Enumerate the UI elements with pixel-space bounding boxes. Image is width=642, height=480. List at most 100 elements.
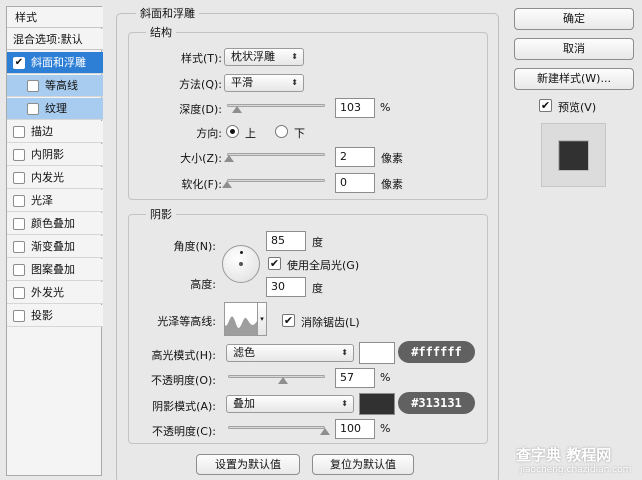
reset-default-button[interactable]: 复位为默认值 (312, 454, 414, 475)
updown-arrow-icon: ⬍ (341, 399, 348, 408)
angle-dial[interactable] (222, 245, 260, 283)
style-item-label: 光泽 (31, 194, 53, 207)
altitude-label: 高度: (190, 278, 216, 291)
soften-unit: 像素 (381, 178, 403, 191)
style-item-stroke[interactable]: 描边 (7, 121, 103, 143)
style-item-label: 内发光 (31, 171, 64, 184)
style-item-outer-glow[interactable]: 外发光 (7, 282, 103, 304)
inner-glow-checkbox[interactable] (13, 172, 25, 184)
bevel-emboss-checkbox[interactable]: ✔ (13, 57, 25, 69)
styles-header: 样式 (7, 7, 103, 28)
texture-checkbox[interactable] (27, 103, 39, 115)
highlight-opacity-label: 不透明度(O): (151, 374, 216, 387)
gloss-contour-label: 光泽等高线: (157, 315, 216, 328)
global-light-checkbox[interactable]: ✔ (268, 257, 281, 270)
style-item-label: 外发光 (31, 286, 64, 299)
shadow-opacity-input[interactable]: 100 (335, 419, 375, 439)
global-light-label: 使用全局光(G) (287, 259, 360, 272)
style-item-inner-shadow[interactable]: 内阴影 (7, 144, 103, 166)
blend-options-item[interactable]: 混合选项:默认 (7, 29, 103, 50)
style-item-label: 渐变叠加 (31, 240, 75, 253)
depth-unit: % (380, 101, 391, 114)
size-slider-track[interactable] (227, 153, 325, 156)
watermark-site: 查字典 教程网 (516, 446, 612, 464)
contour-curve-icon (225, 316, 257, 335)
highlight-opacity-slider-thumb[interactable] (278, 377, 289, 384)
contour-dropdown-arrow-icon[interactable]: ▾ (258, 302, 267, 336)
structure-title: 结构 (146, 24, 176, 40)
style-item-satin[interactable]: 光泽 (7, 190, 103, 212)
new-style-button[interactable]: 新建样式(W)... (514, 68, 634, 90)
highlight-opacity-input[interactable]: 57 (335, 368, 375, 388)
make-default-button[interactable]: 设置为默认值 (196, 454, 300, 475)
style-select-value: 枕状浮雕 (231, 50, 275, 63)
watermark-url: jiaocheng.chazidian.com (520, 465, 632, 475)
shadow-hex-badge: #313131 (398, 392, 475, 414)
shadow-mode-label: 阴影模式(A): (152, 400, 216, 413)
styles-list-panel: 样式 混合选项:默认 ✔ 斜面和浮雕 等高线 纹理 描边 内阴影 内发光 光泽 … (6, 6, 103, 476)
style-item-label: 纹理 (45, 102, 67, 115)
gloss-contour-thumbnail[interactable] (224, 302, 258, 336)
preview-label: 预览(V) (558, 101, 597, 114)
style-select[interactable]: 枕状浮雕 ⬍ (224, 48, 304, 66)
soften-label: 软化(F): (181, 178, 222, 191)
style-item-label: 等高线 (45, 79, 78, 92)
soften-slider-track[interactable] (227, 179, 325, 182)
preview-checkbox[interactable]: ✔ (539, 99, 552, 112)
style-item-inner-glow[interactable]: 内发光 (7, 167, 103, 189)
style-item-color-overlay[interactable]: 颜色叠加 (7, 213, 103, 235)
pattern-overlay-checkbox[interactable] (13, 264, 25, 276)
highlight-opacity-unit: % (380, 371, 391, 384)
style-item-texture[interactable]: 纹理 (7, 98, 103, 120)
direction-up-radio[interactable] (226, 125, 239, 138)
stroke-checkbox[interactable] (13, 126, 25, 138)
angle-dial-marker (240, 251, 243, 254)
size-label: 大小(Z): (180, 152, 222, 165)
size-input[interactable]: 2 (335, 147, 375, 167)
inner-shadow-checkbox[interactable] (13, 149, 25, 161)
technique-select[interactable]: 平滑 ⬍ (224, 74, 304, 92)
style-preview-swatch (558, 140, 589, 171)
soften-slider-thumb[interactable] (222, 181, 232, 188)
satin-checkbox[interactable] (13, 195, 25, 207)
highlight-color-swatch[interactable] (359, 342, 395, 364)
drop-shadow-checkbox[interactable] (13, 310, 25, 322)
angle-input[interactable]: 85 (266, 231, 306, 251)
style-item-contour[interactable]: 等高线 (7, 75, 103, 97)
style-item-pattern-overlay[interactable]: 图案叠加 (7, 259, 103, 281)
anti-aliased-label: 消除锯齿(L) (301, 316, 360, 329)
anti-aliased-checkbox[interactable]: ✔ (282, 314, 295, 327)
soften-input[interactable]: 0 (335, 173, 375, 193)
altitude-input[interactable]: 30 (266, 277, 306, 297)
outer-glow-checkbox[interactable] (13, 287, 25, 299)
size-slider-thumb[interactable] (223, 155, 234, 162)
style-item-label: 投影 (31, 309, 53, 322)
technique-select-value: 平滑 (231, 76, 253, 89)
shadow-opacity-slider-thumb[interactable] (320, 428, 330, 435)
highlight-opacity-slider-track[interactable] (228, 375, 325, 378)
direction-down-radio[interactable] (275, 125, 288, 138)
depth-slider-thumb[interactable] (232, 106, 243, 113)
cancel-button[interactable]: 取消 (514, 38, 634, 60)
shadow-color-swatch[interactable] (359, 393, 395, 415)
shadow-mode-select[interactable]: 叠加 ⬍ (226, 395, 354, 413)
ok-button[interactable]: 确定 (514, 8, 634, 30)
style-item-gradient-overlay[interactable]: 渐变叠加 (7, 236, 103, 258)
color-overlay-checkbox[interactable] (13, 218, 25, 230)
style-item-label: 图案叠加 (31, 263, 75, 276)
style-item-bevel-emboss[interactable]: ✔ 斜面和浮雕 (7, 52, 103, 74)
shadow-opacity-unit: % (380, 422, 391, 435)
style-item-label: 斜面和浮雕 (31, 56, 86, 69)
angle-dial-center (239, 262, 243, 266)
contour-checkbox[interactable] (27, 80, 39, 92)
depth-input[interactable]: 103 (335, 98, 375, 118)
updown-arrow-icon: ⬍ (291, 78, 298, 87)
updown-arrow-icon: ⬍ (341, 348, 348, 357)
shadow-opacity-slider-track[interactable] (228, 426, 325, 429)
highlight-mode-select[interactable]: 滤色 ⬍ (226, 344, 354, 362)
gradient-overlay-checkbox[interactable] (13, 241, 25, 253)
style-item-drop-shadow[interactable]: 投影 (7, 305, 103, 327)
style-item-label: 描边 (31, 125, 53, 138)
style-item-label: 颜色叠加 (31, 217, 75, 230)
bevel-emboss-title: 斜面和浮雕 (136, 5, 199, 21)
